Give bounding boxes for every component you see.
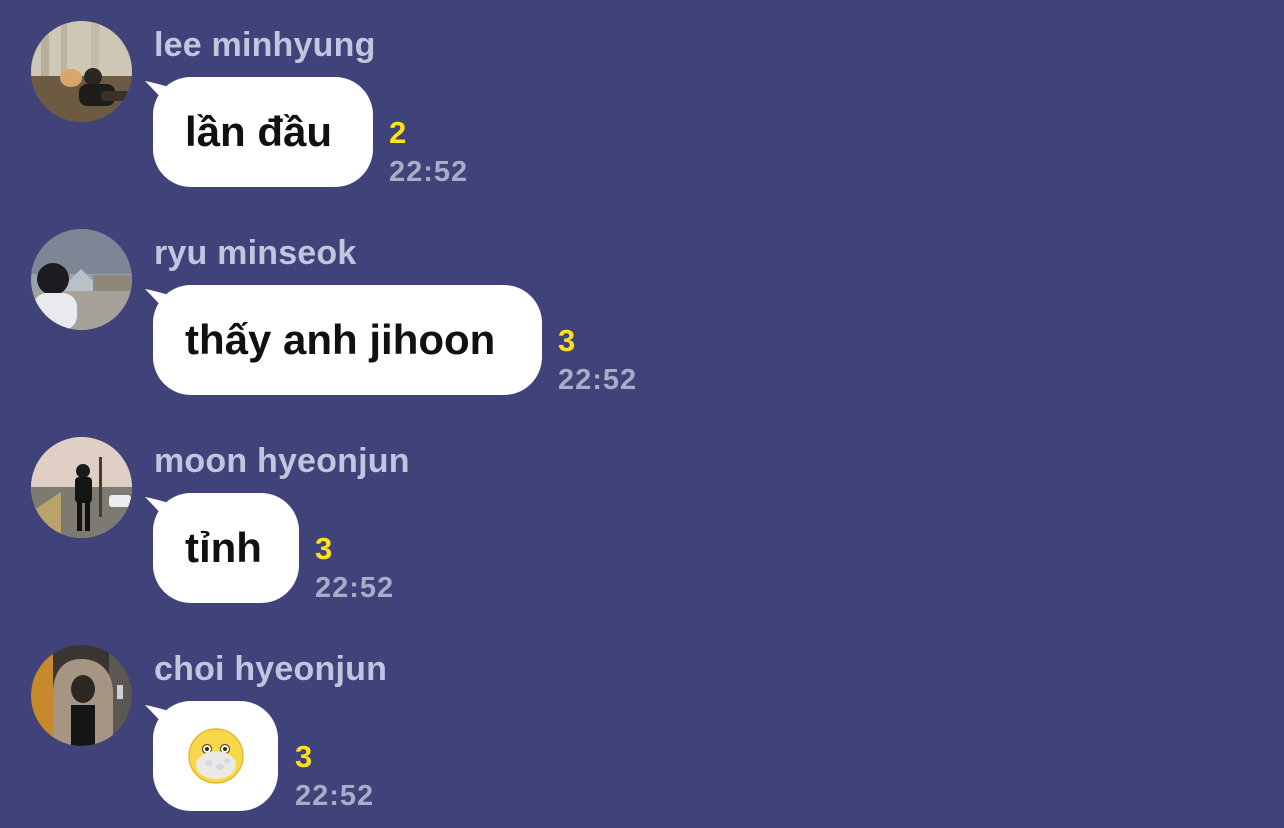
message-meta: 3 22:52 (558, 321, 637, 399)
avatar[interactable] (31, 437, 132, 538)
message-row: lee minhyung lần đầu 2 22:52 (0, 0, 1284, 200)
message-meta: 3 22:52 (295, 737, 374, 815)
message-row: moon hyeonjun tỉnh 3 22:52 (0, 416, 1284, 616)
message-meta: 3 22:52 (315, 529, 394, 607)
message-bubble[interactable]: tỉnh (153, 493, 299, 603)
avatar[interactable] (31, 21, 132, 122)
sender-name: moon hyeonjun (154, 442, 410, 480)
message-text: tỉnh (185, 524, 262, 571)
sender-name: lee minhyung (154, 26, 376, 64)
sender-name: ryu minseok (154, 234, 357, 272)
avatar[interactable] (31, 229, 132, 330)
unread-count: 2 (389, 115, 407, 150)
timestamp: 22:52 (315, 572, 395, 604)
avatar[interactable] (31, 645, 132, 746)
message-bubble[interactable]: thấy anh jihoon (153, 285, 542, 395)
message-text: lần đầu (185, 108, 333, 155)
message-bubble[interactable] (153, 701, 278, 811)
message-bubble[interactable]: lần đầu (153, 77, 373, 187)
unread-count: 3 (558, 323, 576, 358)
timestamp: 22:52 (295, 780, 375, 812)
message-row: ryu minseok thấy anh jihoon 3 22:52 (0, 208, 1284, 408)
message-row: choi hyeonjun 3 22:52 (0, 624, 1284, 824)
face-with-open-eyes-and-hand-over-mouth-emoji (187, 728, 244, 784)
message-meta: 2 22:52 (389, 113, 468, 191)
unread-count: 3 (295, 739, 313, 774)
timestamp: 22:52 (558, 364, 638, 396)
sender-name: choi hyeonjun (154, 650, 388, 688)
unread-count: 3 (315, 531, 333, 566)
timestamp: 22:52 (389, 156, 469, 188)
message-text: thấy anh jihoon (185, 316, 496, 363)
